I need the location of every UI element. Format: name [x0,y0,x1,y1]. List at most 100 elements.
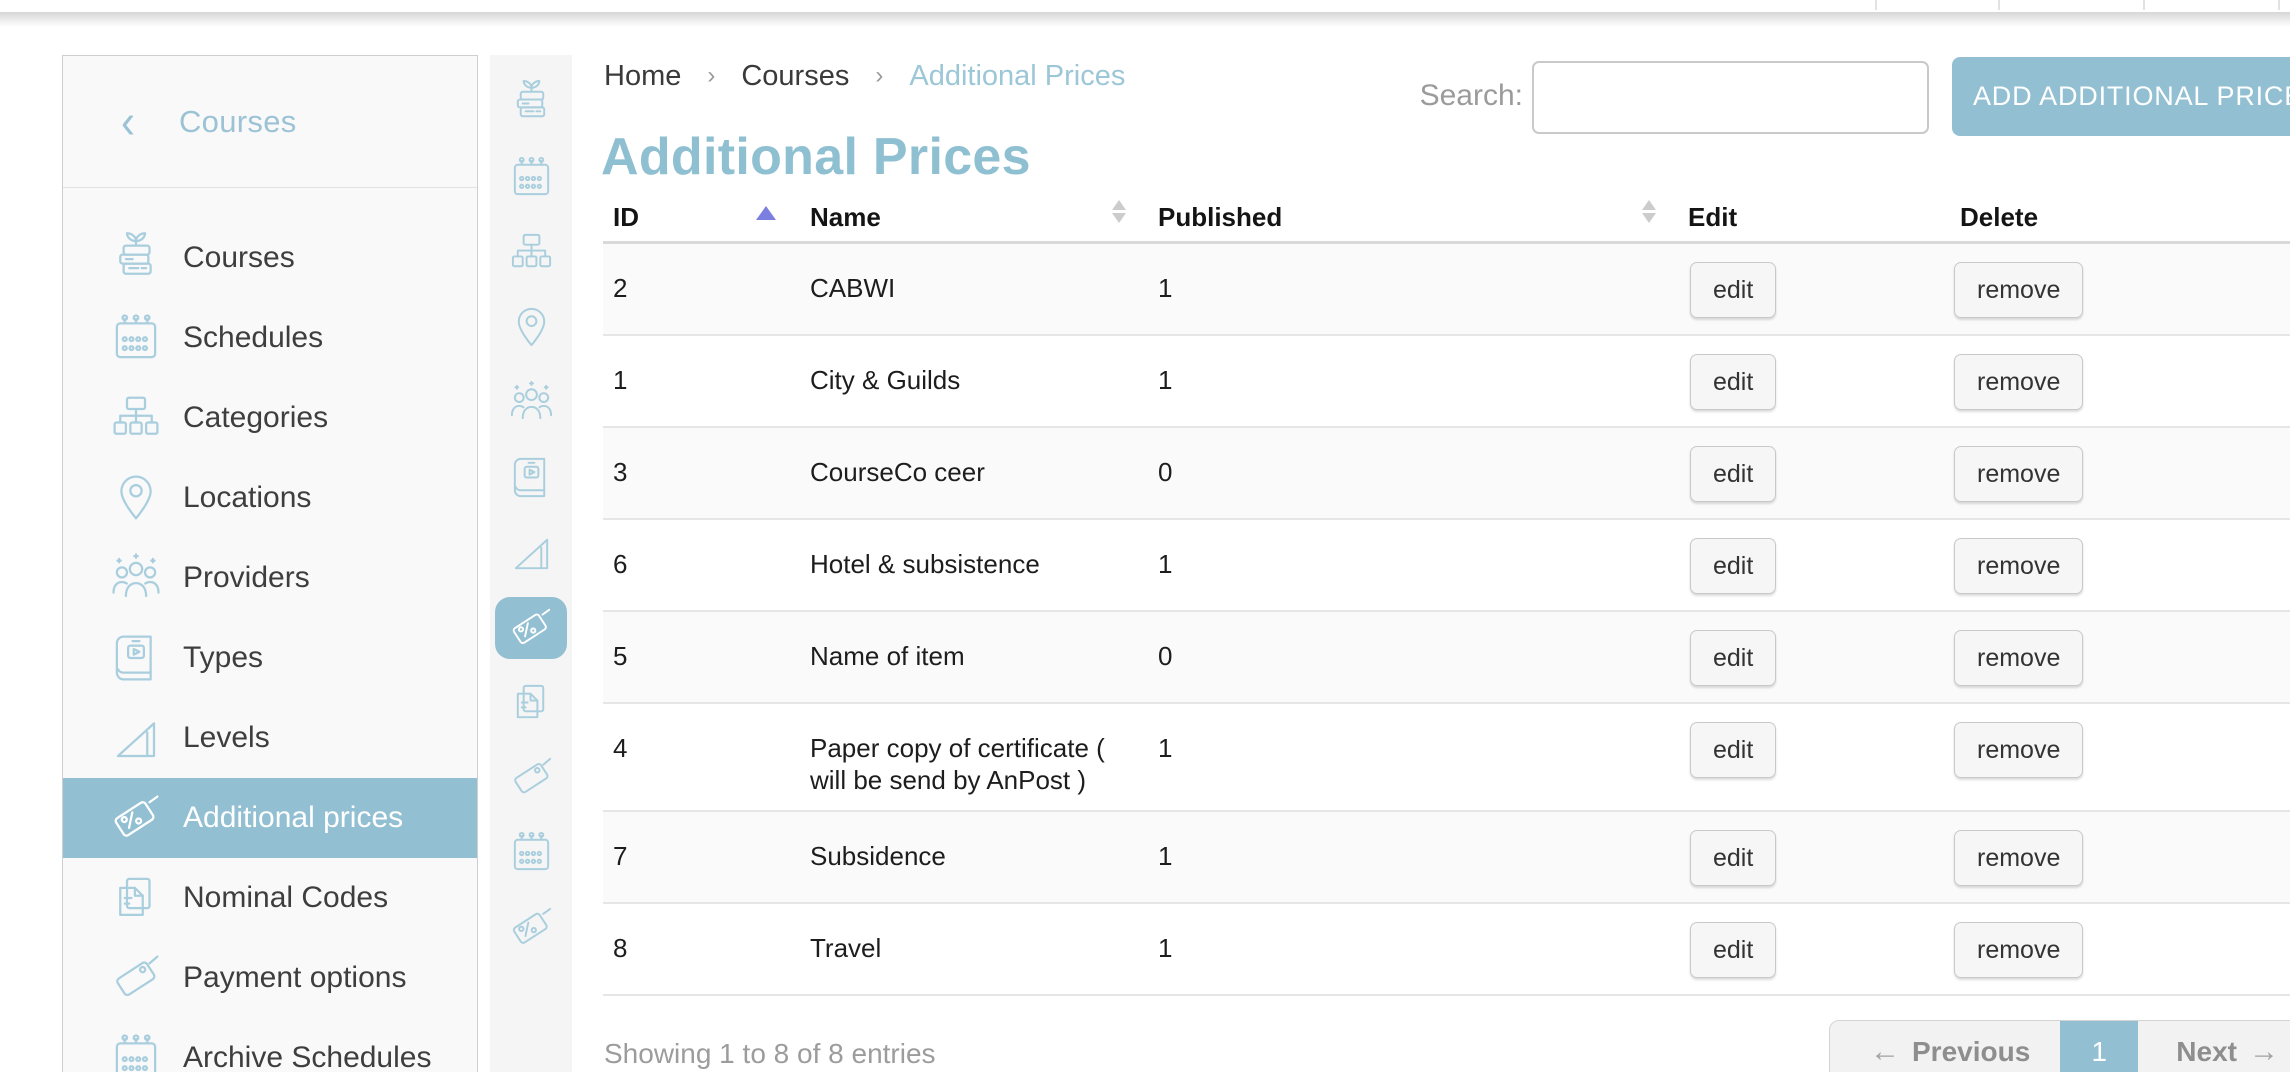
table-row: 7 Subsidence 1 edit remove [603,811,2290,903]
column-label: Published [1158,202,1282,232]
remove-button[interactable]: remove [1954,446,2083,502]
rail-courses-books-icon[interactable] [508,79,555,126]
back-chevron-icon[interactable]: ‹ [121,97,135,145]
remove-button[interactable]: remove [1954,922,2083,978]
sidebar-item-label: Locations [183,481,311,515]
sidebar-item-label: Nominal Codes [183,881,388,915]
org-chart-icon [109,391,163,445]
column-header-published[interactable]: Published [1148,182,1678,243]
edit-button[interactable]: edit [1690,354,1776,410]
edit-button[interactable]: edit [1690,446,1776,502]
cell-published: 1 [1148,243,1678,336]
arrow-left-icon: ← [1870,1035,1900,1069]
sidebar-item-label: Categories [183,401,328,435]
cell-published: 0 [1148,611,1678,703]
breadcrumb-current: Additional Prices [909,60,1125,93]
edit-button[interactable]: edit [1690,830,1776,886]
sidebar-collapse-header[interactable]: ‹ Courses [63,56,477,188]
sidebar-item-label: Providers [183,561,310,595]
discount-tag-icon [109,791,163,845]
cell-published: 1 [1148,903,1678,995]
additional-prices-table: ID Name Published [603,182,2290,996]
cell-id: 3 [603,427,800,519]
rail-pages-icon[interactable] [508,679,555,726]
remove-button[interactable]: remove [1954,354,2083,410]
sidebar-item-courses[interactable]: Courses [63,218,477,298]
add-additional-price-button[interactable]: ADD ADDITIONAL PRICE [1952,57,2290,136]
sidebar-item-providers[interactable]: Providers [63,538,477,618]
cell-id: 6 [603,519,800,611]
remove-button[interactable]: remove [1954,830,2083,886]
cell-published: 1 [1148,335,1678,427]
top-strip [0,0,2290,12]
remove-button[interactable]: remove [1954,538,2083,594]
edit-button[interactable]: edit [1690,922,1776,978]
edit-button[interactable]: edit [1690,538,1776,594]
page-title: Additional Prices [601,127,1031,187]
next-page-button[interactable]: Next → [2138,1021,2290,1072]
rail-levels-triangle-icon[interactable] [508,529,555,576]
cell-name: CABWI [800,243,1148,336]
table-header-row: ID Name Published [603,182,2290,243]
column-header-delete: Delete [1950,182,2290,243]
sidebar-item-types[interactable]: Types [63,618,477,698]
rail-price-tag-icon[interactable] [508,754,555,801]
rail-calendar-icon[interactable] [508,154,555,201]
rail-people-group-icon[interactable] [508,379,555,426]
search-input[interactable] [1532,61,1929,134]
previous-page-button[interactable]: ← Previous [1830,1021,2060,1072]
levels-triangle-icon [109,711,163,765]
next-label: Next [2176,1036,2237,1068]
breadcrumb-courses[interactable]: Courses [741,60,849,93]
sidebar-item-label: Levels [183,721,270,755]
sidebar-item-nominal-codes[interactable]: Nominal Codes [63,858,477,938]
edit-button[interactable]: edit [1690,262,1776,318]
breadcrumb: Home › Courses › Additional Prices [604,58,1125,94]
sidebar-item-locations[interactable]: Locations [63,458,477,538]
rail-calendar-icon[interactable] [508,829,555,876]
table-row: 5 Name of item 0 edit remove [603,611,2290,703]
cell-name: Name of item [800,611,1148,703]
courses-books-icon [109,231,163,285]
remove-button[interactable]: remove [1954,722,2083,778]
sidebar-item-additional-prices[interactable]: Additional prices [63,778,477,858]
sidebar-item-schedules[interactable]: Schedules [63,298,477,378]
breadcrumb-home[interactable]: Home [604,60,681,93]
rail-ebook-icon[interactable] [508,454,555,501]
sidebar-item-archive-schedules[interactable]: Archive Schedules [63,1018,477,1072]
sidebar-nav: Courses Schedules Categories Locations P… [63,188,477,1072]
rail-location-pin-icon[interactable] [508,304,555,351]
table-row: 1 City & Guilds 1 edit remove [603,335,2290,427]
cell-id: 5 [603,611,800,703]
cell-published: 0 [1148,427,1678,519]
cell-id: 8 [603,903,800,995]
icon-rail [490,55,572,1072]
edit-button[interactable]: edit [1690,722,1776,778]
remove-button[interactable]: remove [1954,262,2083,318]
column-label: Delete [1960,202,2038,232]
column-label: ID [613,202,639,232]
column-header-name[interactable]: Name [800,182,1148,243]
cell-name: Travel [800,903,1148,995]
sidebar: ‹ Courses Courses Schedules Categories L… [62,55,478,1072]
sidebar-item-label: Schedules [183,321,323,355]
sidebar-item-label: Types [183,641,263,675]
edit-button[interactable]: edit [1690,630,1776,686]
cell-published: 1 [1148,519,1678,611]
column-header-id[interactable]: ID [603,182,800,243]
entries-status: Showing 1 to 8 of 8 entries [604,1038,936,1070]
sidebar-item-payment-options[interactable]: Payment options [63,938,477,1018]
sidebar-item-levels[interactable]: Levels [63,698,477,778]
rail-discount-tag-icon-active[interactable] [495,597,567,659]
location-pin-icon [109,471,163,525]
calendar-icon [109,1031,163,1072]
rail-discount-tag-icon[interactable] [508,904,555,951]
remove-button[interactable]: remove [1954,630,2083,686]
sidebar-item-categories[interactable]: Categories [63,378,477,458]
sort-both-icon [1112,200,1126,223]
cell-id: 7 [603,811,800,903]
sidebar-item-label: Additional prices [183,801,403,835]
rail-org-chart-icon[interactable] [508,229,555,276]
table-row: 8 Travel 1 edit remove [603,903,2290,995]
sort-ascending-icon [756,206,776,220]
